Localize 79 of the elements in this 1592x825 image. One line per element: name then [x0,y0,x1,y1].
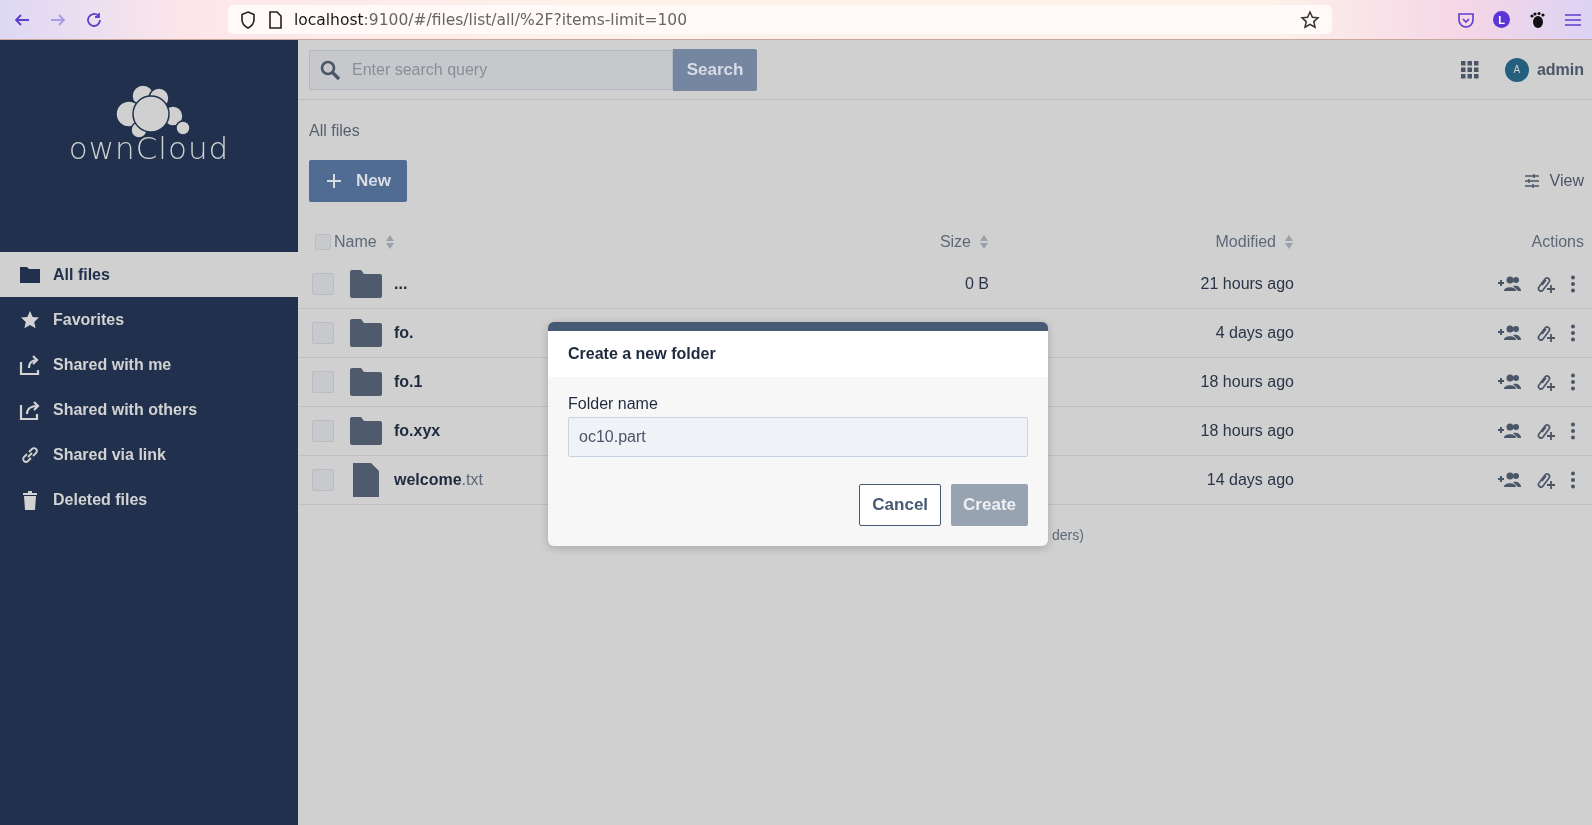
add-link-icon[interactable] [1536,275,1556,293]
column-header[interactable]: Modified [989,233,1294,251]
cancel-button[interactable]: Cancel [859,484,942,526]
add-people-icon[interactable] [1498,374,1522,390]
view-button[interactable]: View [1523,172,1584,190]
folder-icon [350,368,382,396]
bookmark-star-icon[interactable] [1300,9,1320,30]
modified-date: 18 hours ago [1199,373,1294,391]
share-out-icon [19,398,41,421]
url-text: localhost:9100/#/files/list/all/%2F?items-limit=100 [294,10,688,29]
logo: ownCloud [0,40,298,252]
sort-icon [384,234,395,250]
modified-date: 4 days ago [1214,324,1294,342]
sidebar-item[interactable]: All files [0,252,298,297]
add-people-icon[interactable] [1498,423,1522,439]
modified-date: 18 hours ago [1199,422,1294,440]
folder-icon [350,270,382,298]
add-people-icon[interactable] [1498,472,1522,488]
row-checkbox[interactable] [312,322,334,344]
pocket-icon[interactable] [1457,10,1475,29]
folder-name-field[interactable]: oc10.part [568,417,1028,457]
dialog-title: Create a new folder [568,345,716,363]
field-label: Folder name [568,395,659,413]
file-name[interactable]: welcome.txt [394,471,483,489]
file-name[interactable]: fo. [394,324,414,342]
search-icon [319,58,341,81]
user-name: admin [1536,60,1584,79]
select-all-checkbox[interactable] [315,234,331,250]
folder-icon [350,417,382,445]
foot-icon[interactable] [1528,10,1546,29]
column-header[interactable]: Name [334,233,869,251]
add-link-icon[interactable] [1536,373,1556,391]
row-checkbox[interactable] [312,371,334,393]
file-name[interactable]: fo.1 [394,373,423,391]
add-link-icon[interactable] [1536,471,1556,489]
breadcrumb[interactable]: All files [309,122,360,140]
app-grid-icon[interactable] [1460,60,1479,79]
add-people-icon[interactable] [1498,325,1522,341]
sidebar-item[interactable]: Favorites [0,297,298,342]
folder-icon [350,319,382,347]
file-name[interactable]: fo.xyx [394,422,441,440]
column-header: Actions [1530,233,1584,251]
row-checkbox[interactable] [312,273,334,295]
file-count-summary: ders) [1052,527,1084,543]
add-people-icon[interactable] [1498,276,1522,292]
file-name[interactable]: ... [394,275,408,293]
profile-avatar[interactable]: L [1493,11,1510,28]
row-checkbox[interactable] [312,469,334,491]
shield-icon [240,10,256,29]
add-link-icon[interactable] [1536,422,1556,440]
more-icon[interactable] [1570,324,1576,342]
sort-icon [1284,234,1294,250]
more-icon[interactable] [1570,422,1576,440]
user-menu[interactable]: A admin [1504,57,1584,82]
more-icon[interactable] [1570,275,1576,293]
new-button[interactable]: New [309,160,407,202]
plus-icon [326,173,342,189]
modified-date: 21 hours ago [1199,275,1294,293]
sort-icon [979,234,989,250]
more-icon[interactable] [1570,471,1576,489]
reload-icon[interactable] [85,10,103,29]
page-icon [268,10,282,29]
sidebar-item[interactable]: Shared with others [0,387,298,432]
modified-date: 14 days ago [1205,471,1294,489]
add-link-icon[interactable] [1536,324,1556,342]
column-header[interactable]: Size [869,233,989,251]
sidebar-item[interactable]: Shared with me [0,342,298,387]
menu-icon[interactable] [1564,11,1582,28]
file-icon [350,463,382,497]
address-bar[interactable]: localhost:9100/#/files/list/all/%2F?items-limit=100 [228,5,1332,34]
more-icon[interactable] [1570,373,1576,391]
sidebar-item[interactable]: Deleted files [0,477,298,522]
sliders-icon [1523,174,1540,188]
search-field[interactable]: Enter search query [309,49,673,90]
user-avatar: A [1504,57,1529,82]
file-size: 0 B [965,275,989,293]
share-in-icon [19,353,41,376]
sidebar-item[interactable]: Shared via link [0,432,298,477]
row-checkbox[interactable] [312,420,334,442]
